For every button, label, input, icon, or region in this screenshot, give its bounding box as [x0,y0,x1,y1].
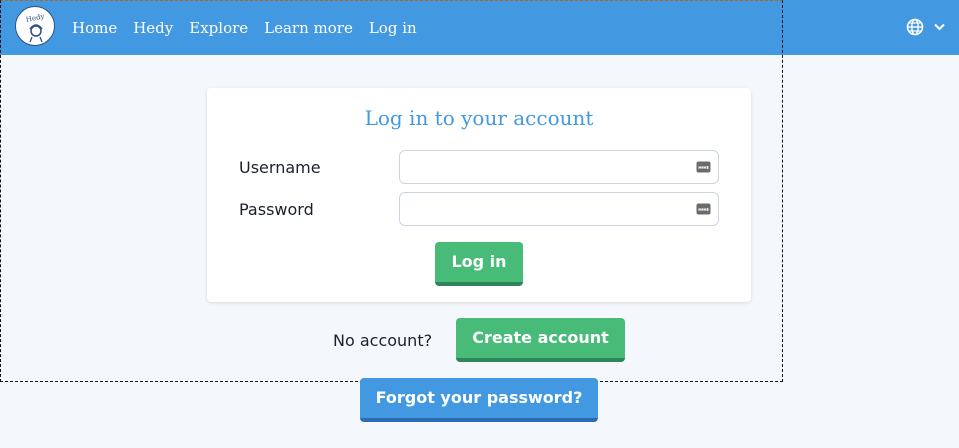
globe-icon [906,18,924,36]
hedy-logo-icon: Hedy [25,12,45,43]
forgot-password-button[interactable]: Forgot your password? [360,378,598,422]
password-manager-icon[interactable] [696,161,711,173]
create-account-button[interactable]: Create account [456,318,625,362]
nav-log-in[interactable]: Log in [369,19,417,37]
nav-hedy[interactable]: Hedy [133,19,173,37]
chevron-down-icon [934,23,945,31]
nav-home[interactable]: Home [72,19,117,37]
nav-links: Home Hedy Explore Learn more Log in [72,0,433,55]
no-account-text: No account? [333,331,433,350]
password-input[interactable] [399,192,719,226]
login-card: Log in to your account Username Password… [207,88,751,302]
login-button[interactable]: Log in [435,242,523,286]
login-title: Log in to your account [364,106,594,130]
password-manager-icon[interactable] [696,203,711,215]
hedy-logo[interactable]: Hedy [15,6,55,46]
username-label: Username [239,158,321,177]
password-label: Password [239,200,314,219]
language-selector[interactable] [906,17,945,37]
username-input[interactable] [399,150,719,184]
nav-learn-more[interactable]: Learn more [264,19,353,37]
top-navbar: Hedy Home Hedy Explore Learn more Log in [0,0,959,55]
nav-explore[interactable]: Explore [189,19,248,37]
svg-text:Hedy: Hedy [25,12,45,24]
